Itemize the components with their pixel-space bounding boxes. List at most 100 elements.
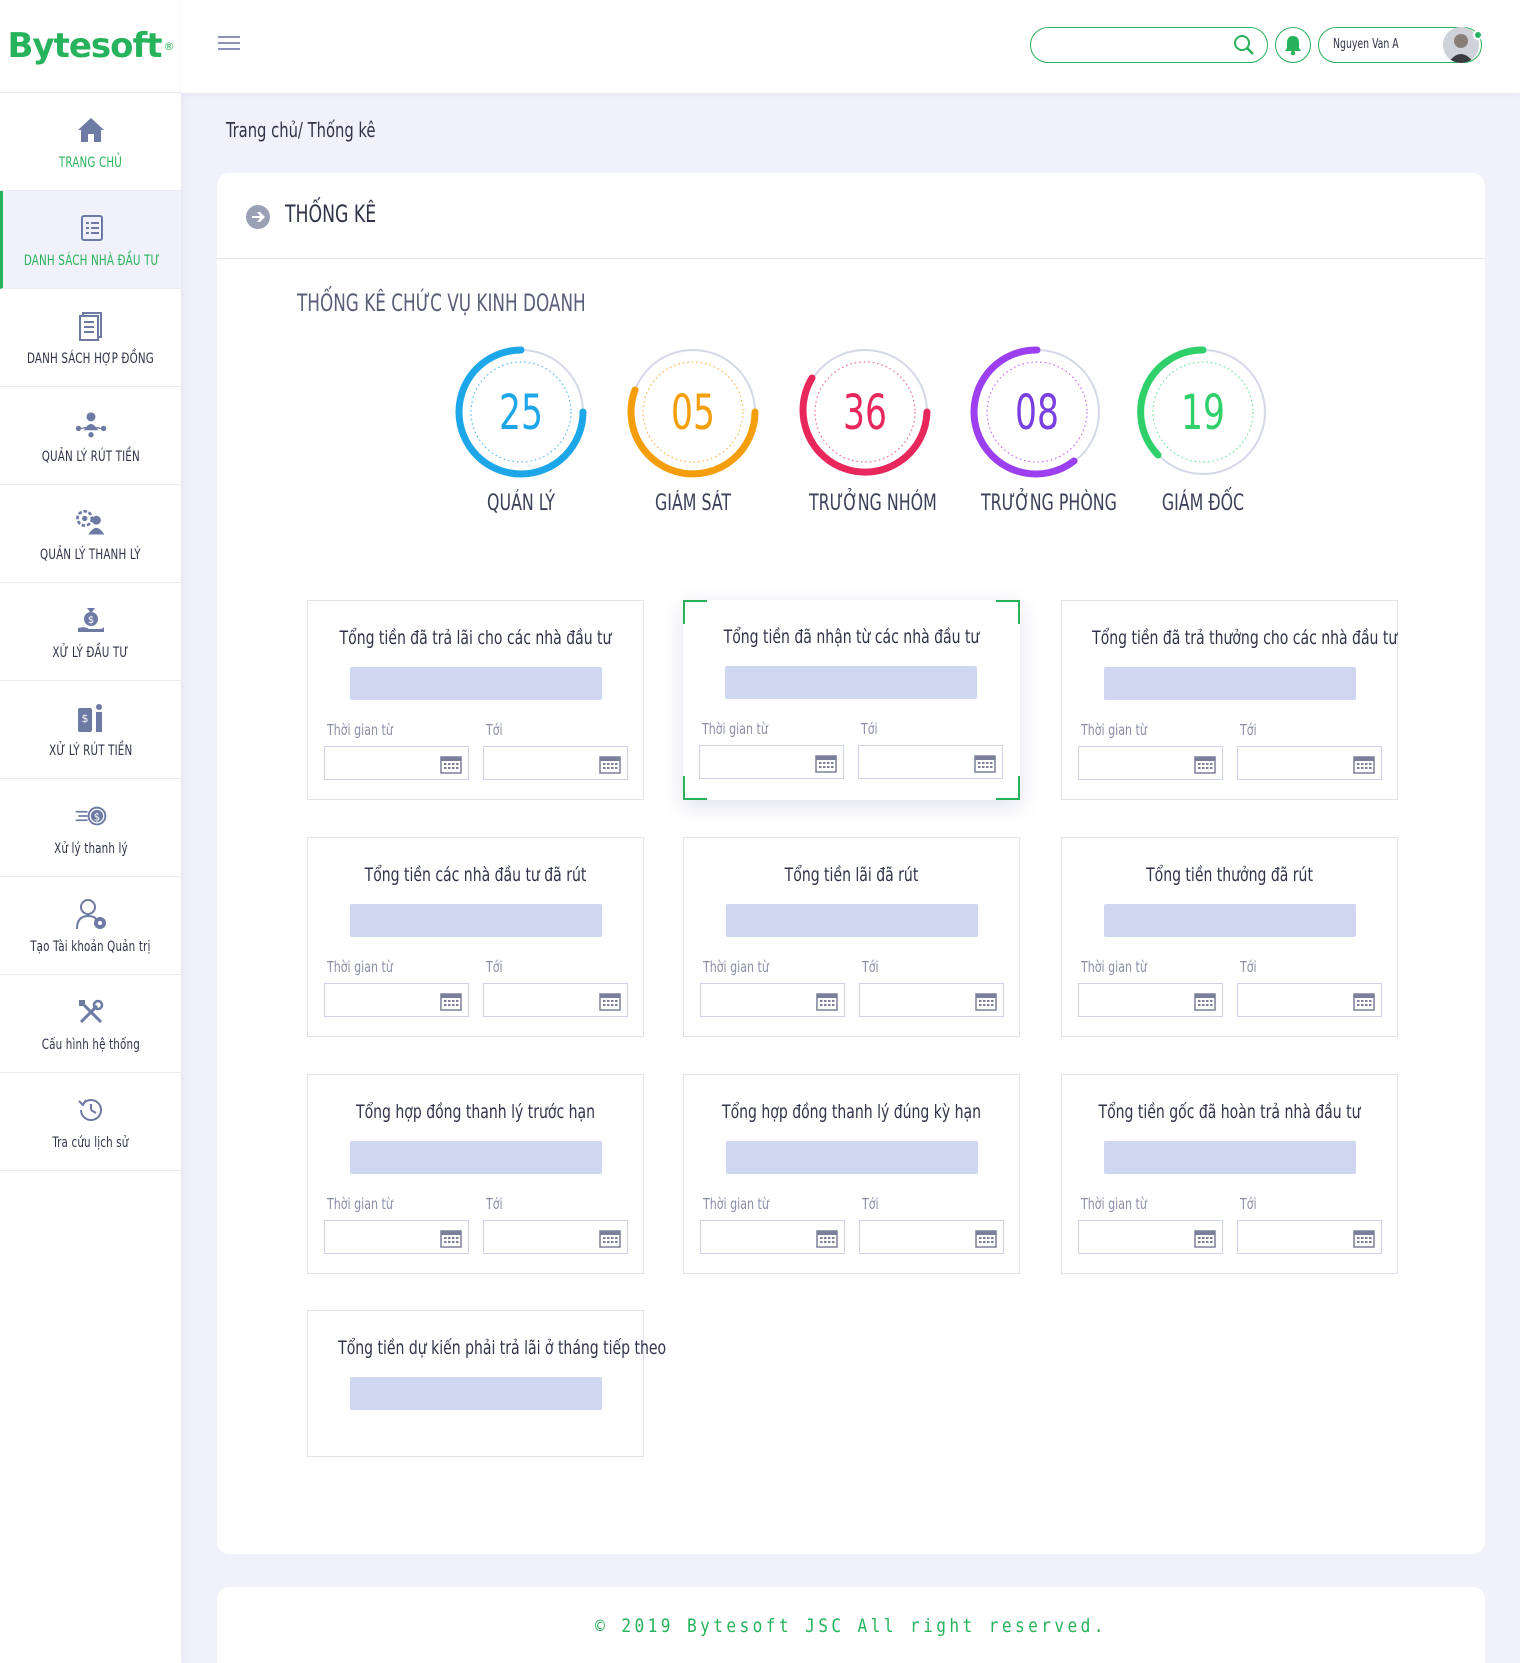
calendar-icon[interactable] [975, 991, 997, 1015]
date-to-label: Tới [486, 958, 503, 976]
position-value: 25 [499, 386, 543, 441]
sidebar-item-system-config[interactable]: Cấu hình hệ thống [0, 975, 181, 1073]
copyright-text: © 2019 Bytesoft JSC All right reserved. [595, 1615, 1107, 1637]
date-to-input[interactable] [859, 1220, 1004, 1254]
date-from-input[interactable] [324, 1220, 469, 1254]
calendar-icon[interactable] [1194, 1228, 1216, 1252]
date-to-input[interactable] [858, 745, 1003, 779]
stat-title: Tổng tiền dự kiến phải trả lãi ở tháng t… [338, 1337, 667, 1359]
date-from-label: Thời gian từ [1081, 721, 1147, 739]
position-stat-director[interactable]: 19 GIÁM ĐỐC [1133, 345, 1273, 516]
money-bag-hand-icon: $ [74, 603, 108, 637]
home-icon [74, 113, 108, 147]
calendar-icon[interactable] [816, 1228, 838, 1252]
calendar-icon[interactable] [440, 754, 462, 778]
sidebar-item-liquidation-processing[interactable]: $ Xử lý thanh lý [0, 779, 181, 877]
search-box [1030, 27, 1268, 63]
date-to-input[interactable] [483, 746, 628, 780]
position-stats: 25 QUẢN LÝ 05 GIÁM SÁT 36 TRƯỞNG NHÓM 08… [217, 345, 1485, 525]
position-stat-team-leader[interactable]: 36 TRƯỞNG NHÓM [795, 345, 937, 516]
date-to-input[interactable] [1237, 983, 1382, 1017]
arrow-right-icon [245, 204, 271, 234]
calendar-icon[interactable] [816, 991, 838, 1015]
date-from-input[interactable] [699, 745, 844, 779]
svg-text:$: $ [87, 615, 93, 626]
position-label: TRƯỞNG NHÓM [809, 491, 937, 516]
sidebar-item-contracts[interactable]: DANH SÁCH HỢP ĐỒNG [0, 289, 181, 387]
sidebar-item-history[interactable]: Tra cứu lịch sử [0, 1073, 181, 1171]
stat-value [1104, 667, 1356, 700]
sidebar-item-withdraw-processing[interactable]: $ XỬ LÝ RÚT TIỀN [0, 681, 181, 779]
calendar-icon[interactable] [1194, 991, 1216, 1015]
sidebar-item-withdraw-management[interactable]: QUẢN LÝ RÚT TIỀN [0, 387, 181, 485]
stat-value [350, 667, 602, 700]
stat-card-on-term-liquidation: Tổng hợp đồng thanh lý đúng kỳ hạn Thời … [683, 1074, 1020, 1274]
sidebar-item-label: Cấu hình hệ thống [41, 1036, 140, 1053]
statistics-panel: THỐNG KÊ THỐNG KÊ CHỨC VỤ KINH DOANH 25 … [217, 173, 1485, 1554]
menu-toggle-icon[interactable] [218, 36, 240, 54]
position-label: QUẢN LÝ [487, 491, 555, 516]
date-from-input[interactable] [700, 1220, 845, 1254]
stat-card-interest-withdrawn: Tổng tiền lãi đã rút Thời gian từ Tới [683, 837, 1020, 1037]
online-status-dot [1473, 30, 1483, 40]
calendar-icon[interactable] [599, 991, 621, 1015]
date-to-input[interactable] [483, 1220, 628, 1254]
calendar-icon[interactable] [1353, 991, 1375, 1015]
date-from-input[interactable] [324, 983, 469, 1017]
stat-card-principal-refunded: Tổng tiền gốc đã hoàn trả nhà đầu tư Thờ… [1061, 1074, 1398, 1274]
sidebar-item-investment-processing[interactable]: $ XỬ LÝ ĐẦU TƯ [0, 583, 181, 681]
user-menu[interactable]: Nguyen Van A [1318, 27, 1483, 63]
date-from-input[interactable] [1078, 983, 1223, 1017]
svg-text:$: $ [93, 812, 99, 823]
calendar-icon[interactable] [440, 991, 462, 1015]
calendar-icon[interactable] [599, 754, 621, 778]
position-stat-department-head[interactable]: 08 TRƯỞNG PHÒNG [967, 345, 1117, 516]
date-from-input[interactable] [324, 746, 469, 780]
calendar-icon[interactable] [440, 1228, 462, 1252]
calendar-icon[interactable] [815, 753, 837, 777]
position-label: GIÁM ĐỐC [1161, 491, 1245, 516]
calendar-icon[interactable] [599, 1228, 621, 1252]
brand-logo[interactable]: Bytesoft ® [0, 0, 181, 93]
date-from-input[interactable] [1078, 746, 1223, 780]
calendar-icon[interactable] [1194, 754, 1216, 778]
progress-ring: 19 [1137, 346, 1266, 475]
calendar-icon[interactable] [1353, 1228, 1375, 1252]
sidebar-item-label: Tra cứu lịch sử [52, 1134, 129, 1151]
sidebar-item-liquidation-management[interactable]: QUẢN LÝ THANH LÝ [0, 485, 181, 583]
date-to-label: Tới [1240, 1195, 1257, 1213]
stat-value [1104, 904, 1356, 937]
date-from-input[interactable] [1078, 1220, 1223, 1254]
breadcrumb: Trang chủ/ Thống kê [226, 118, 376, 142]
position-stat-supervisor[interactable]: 05 GIÁM SÁT [623, 345, 763, 516]
search-icon[interactable] [1233, 34, 1255, 60]
sidebar-item-investors[interactable]: DANH SÁCH NHÀ ĐẦU TƯ [0, 191, 181, 289]
date-to-input[interactable] [483, 983, 628, 1017]
date-to-input[interactable] [1237, 746, 1382, 780]
stat-title: Tổng tiền gốc đã hoàn trả nhà đầu tư [1098, 1101, 1361, 1123]
registered-mark: ® [163, 39, 175, 53]
search-input[interactable] [1045, 28, 1235, 61]
user-gear-icon [74, 505, 108, 539]
stat-title: Tổng tiền thưởng đã rút [1146, 864, 1313, 886]
progress-ring: 25 [455, 346, 587, 478]
date-to-label: Tới [486, 1195, 503, 1213]
calendar-icon[interactable] [975, 1228, 997, 1252]
date-to-input[interactable] [859, 983, 1004, 1017]
admin-user-icon [74, 897, 108, 931]
stat-card-bonus-paid: Tổng tiền đã trả thưởng cho các nhà đầu … [1061, 600, 1398, 800]
stat-title: Tổng tiền lãi đã rút [784, 864, 919, 886]
calendar-icon[interactable] [1353, 754, 1375, 778]
sidebar-item-home[interactable]: TRANG CHỦ [0, 93, 181, 191]
position-stat-manager[interactable]: 25 QUẢN LÝ [451, 345, 591, 516]
sidebar-item-label: XỬ LÝ ĐẦU TƯ [52, 644, 129, 661]
date-to-input[interactable] [1237, 1220, 1382, 1254]
date-from-input[interactable] [700, 983, 845, 1017]
stat-title: Tổng hợp đồng thanh lý đúng kỳ hạn [722, 1101, 981, 1123]
stat-value [1104, 1141, 1356, 1174]
position-label: TRƯỞNG PHÒNG [981, 491, 1117, 516]
tools-icon [74, 995, 108, 1029]
notification-bell-icon[interactable] [1275, 27, 1311, 63]
calendar-icon[interactable] [974, 753, 996, 777]
sidebar-item-create-admin[interactable]: Tạo Tài khoản Quản trị [0, 877, 181, 975]
